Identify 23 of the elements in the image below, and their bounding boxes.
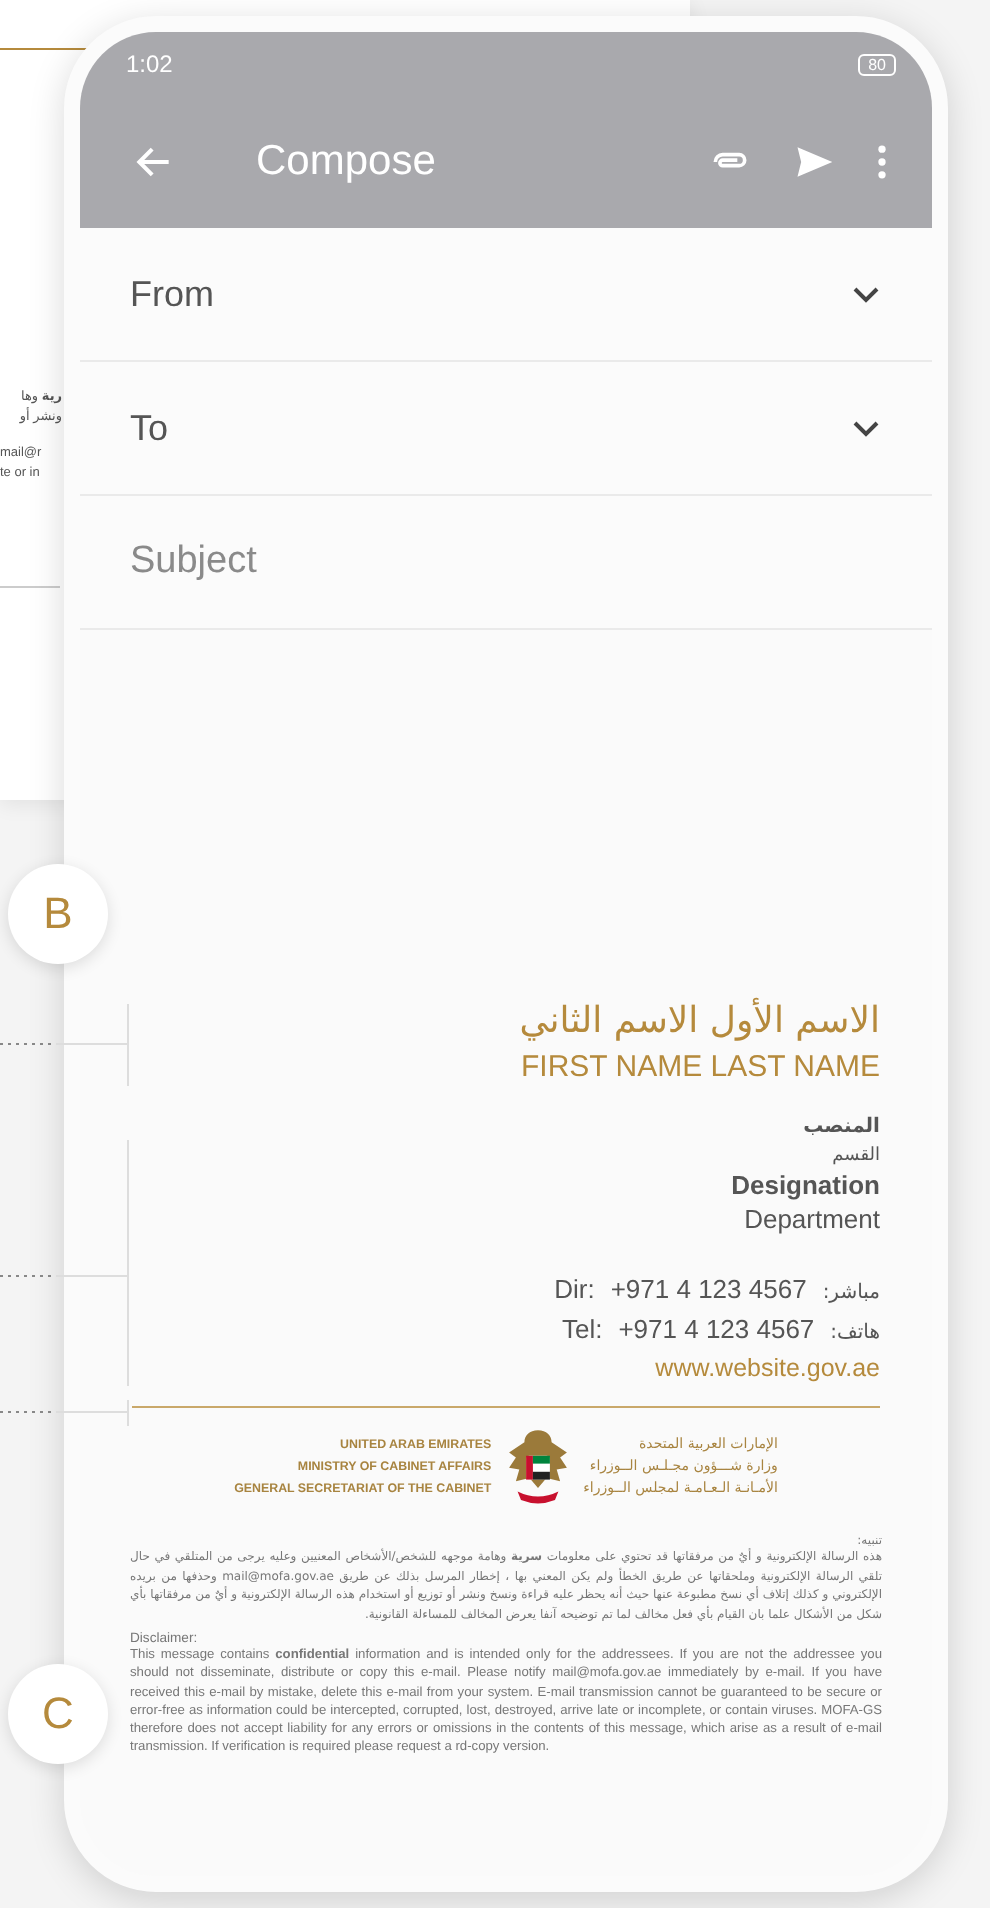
phone-label: Dir: — [554, 1274, 595, 1304]
phone-label-arabic: هاتف: — [830, 1322, 880, 1344]
phone-label-arabic: مباشر: — [822, 1282, 880, 1304]
leader-line — [0, 1399, 129, 1427]
name-arabic: الاسم الأول الاسم الثاني — [519, 1000, 880, 1042]
department: Department — [744, 1204, 880, 1234]
department-arabic: القسم — [832, 1146, 880, 1166]
name-english: FIRST NAME LAST NAME — [521, 1050, 880, 1084]
app-bar-title: Compose — [256, 138, 436, 186]
falcon-emblem-icon — [503, 1426, 572, 1506]
status-time: 1:02 — [126, 50, 173, 78]
phone-number: +971 4 123 4567 — [610, 1274, 807, 1304]
callout-badge: C — [8, 1664, 108, 1764]
designation-arabic: المنصب — [803, 1116, 880, 1138]
chevron-down-icon — [852, 285, 880, 303]
battery-icon: 80 — [858, 53, 896, 75]
callout-badge: B — [8, 864, 108, 964]
phone-number: +971 4 123 4567 — [618, 1314, 815, 1344]
leader-line — [0, 1003, 129, 1087]
phone-label: Tel: — [561, 1314, 603, 1344]
chevron-down-icon — [852, 419, 880, 437]
designation: Designation — [731, 1170, 880, 1200]
more-menu-icon[interactable] — [876, 140, 888, 184]
